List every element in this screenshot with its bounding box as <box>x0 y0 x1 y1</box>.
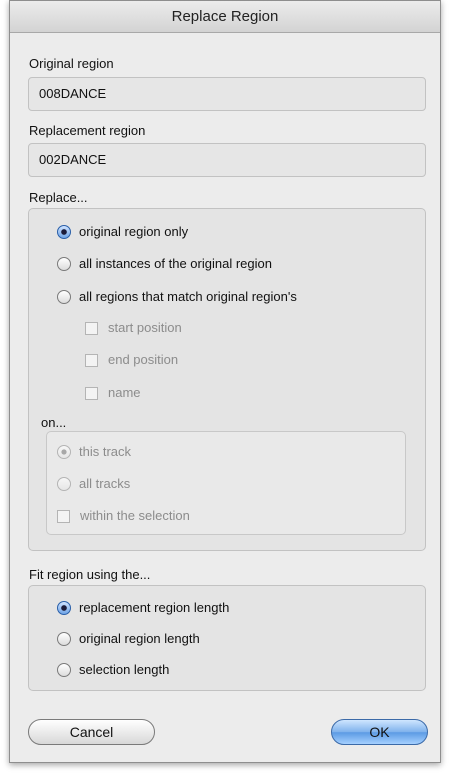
checkbox-within-selection[interactable]: within the selection <box>57 506 190 526</box>
radio-selected-icon <box>57 601 71 615</box>
radio-label: all regions that match original region's <box>79 289 297 304</box>
radio-label: all tracks <box>79 476 131 491</box>
radio-all-tracks[interactable]: all tracks <box>57 474 130 494</box>
original-region-label: Original region <box>29 56 114 71</box>
replace-region-dialog: Replace Region Original region 008DANCE … <box>9 0 441 763</box>
original-region-field[interactable]: 008DANCE <box>28 77 426 111</box>
ok-button[interactable]: OK <box>331 719 428 745</box>
radio-label: selection length <box>79 662 170 677</box>
checkbox-end-position[interactable]: end position <box>85 350 178 370</box>
checkbox-icon <box>57 509 70 523</box>
on-group-label: on... <box>41 415 67 430</box>
radio-all-instances[interactable]: all instances of the original region <box>57 254 272 274</box>
checkbox-label: within the selection <box>80 508 190 523</box>
radio-label: original region only <box>79 224 189 239</box>
radio-all-matching-regions[interactable]: all regions that match original region's <box>57 287 297 307</box>
radio-this-track[interactable]: this track <box>57 442 131 462</box>
checkbox-icon <box>85 386 98 400</box>
checkbox-label: start position <box>108 320 182 335</box>
checkbox-label: end position <box>108 352 179 367</box>
checkbox-label: name <box>108 385 141 400</box>
radio-label: all instances of the original region <box>79 256 272 271</box>
radio-original-region-only[interactable]: original region only <box>57 222 188 242</box>
radio-label: original region length <box>79 631 200 646</box>
replacement-region-field[interactable]: 002DANCE <box>28 143 426 177</box>
checkbox-start-position[interactable]: start position <box>85 318 182 338</box>
radio-unselected-icon <box>57 663 71 677</box>
radio-label: this track <box>79 444 132 459</box>
radio-original-region-length[interactable]: original region length <box>57 629 200 649</box>
dialog-title: Replace Region <box>10 1 440 33</box>
fit-group-box: replacement region length original regio… <box>28 585 426 691</box>
radio-selected-icon <box>57 225 71 239</box>
cancel-button[interactable]: Cancel <box>28 719 155 745</box>
radio-label: replacement region length <box>79 600 230 615</box>
checkbox-name[interactable]: name <box>85 383 141 403</box>
radio-unselected-icon <box>57 477 71 491</box>
radio-replacement-region-length[interactable]: replacement region length <box>57 598 229 618</box>
checkbox-icon <box>85 321 98 335</box>
checkbox-icon <box>85 353 98 367</box>
radio-unselected-icon <box>57 257 71 271</box>
radio-unselected-icon <box>57 290 71 304</box>
radio-selection-length[interactable]: selection length <box>57 660 169 680</box>
replacement-region-label: Replacement region <box>29 123 146 138</box>
on-group-box: this track all tracks within the selecti… <box>46 431 406 535</box>
radio-selected-icon <box>57 445 71 459</box>
fit-group-label: Fit region using the... <box>29 567 151 582</box>
replace-group-box: original region only all instances of th… <box>28 208 426 551</box>
radio-unselected-icon <box>57 632 71 646</box>
replace-group-label: Replace... <box>29 190 88 205</box>
